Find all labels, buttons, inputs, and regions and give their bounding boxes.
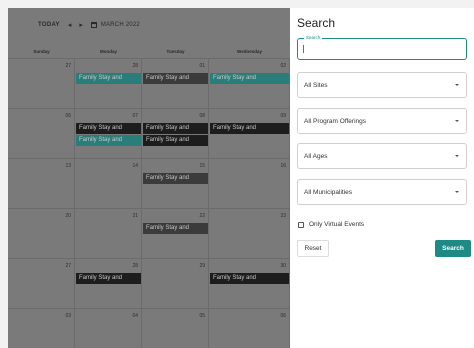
day-number: 27: [65, 63, 71, 69]
day-number: 01: [199, 63, 205, 69]
month-label[interactable]: MARCH 2022: [101, 22, 140, 28]
search-field-label: Search: [304, 35, 323, 40]
ages-select-label: All Ages: [304, 153, 328, 160]
chevron-down-icon: [455, 120, 459, 122]
day-number: 08: [199, 113, 205, 119]
day-number: 20: [65, 213, 71, 219]
day-number: 07: [132, 113, 138, 119]
calendar-event[interactable]: Family Stay and: [143, 173, 208, 184]
chevron-down-icon: [455, 191, 459, 193]
day-number: 29: [199, 263, 205, 269]
calendar-icon[interactable]: [90, 22, 97, 28]
day-number: 03: [65, 313, 71, 319]
day-cell[interactable]: 20: [8, 209, 75, 258]
day-cell[interactable]: 14: [75, 159, 142, 208]
calendar: TODAY ◂ ▸ MARCH 2022 Sunday Monday Tuesday…: [8, 8, 290, 348]
day-number: 28: [132, 263, 138, 269]
day-cell[interactable]: 23: [209, 209, 290, 258]
prev-month-button[interactable]: ◂: [68, 21, 72, 29]
day-cell[interactable]: 27: [8, 259, 75, 308]
day-of-week-label: Sunday: [33, 48, 50, 54]
day-number: 06: [280, 313, 286, 319]
reset-button[interactable]: Reset: [297, 240, 329, 257]
virtual-events-option: Only Virtual Events: [298, 221, 364, 228]
calendar-toolbar: TODAY ◂ ▸ MARCH 2022: [8, 8, 290, 42]
week-row: 20 21 22 23 Family Stay and: [8, 209, 290, 259]
day-number: 30: [280, 263, 286, 269]
calendar-event[interactable]: Family Stay and: [210, 123, 289, 134]
calendar-event[interactable]: Family Stay and: [76, 73, 141, 84]
week-row: 27 28 29 30 Family Stay and Family Stay and: [8, 259, 290, 309]
search-panel: Search Search All Sites All Program Offe…: [290, 8, 474, 348]
day-number: 06: [65, 113, 71, 119]
week-row: 27 28 01 02 Family Stay and Family Stay and Fa…: [8, 59, 290, 109]
day-cell[interactable]: 27: [8, 59, 75, 108]
day-cell[interactable]: 03: [8, 309, 75, 348]
calendar-event[interactable]: Family Stay and: [210, 73, 289, 84]
day-cell[interactable]: 06: [8, 109, 75, 158]
day-number: 16: [280, 163, 286, 169]
calendar-event[interactable]: Family Stay and: [76, 273, 141, 284]
chevron-down-icon: [455, 155, 459, 157]
week-row: 13 14 15 16 Family Stay and: [8, 159, 290, 209]
day-of-week-label: Wednesday: [237, 48, 262, 54]
day-number: 23: [280, 213, 286, 219]
day-number: 21: [132, 213, 138, 219]
day-cell[interactable]: 29: [142, 259, 209, 308]
day-number: 15: [199, 163, 205, 169]
calendar-event[interactable]: Family Stay and: [143, 123, 208, 134]
day-cell[interactable]: 05: [142, 309, 209, 348]
calendar-event[interactable]: Family Stay and: [143, 73, 208, 84]
virtual-events-checkbox[interactable]: [298, 221, 304, 228]
search-input[interactable]: Search: [297, 35, 467, 60]
day-cell[interactable]: 16: [209, 159, 290, 208]
day-of-week-label: Monday: [99, 48, 117, 54]
day-cell[interactable]: 13: [8, 159, 75, 208]
calendar-event[interactable]: Family Stay and: [143, 135, 208, 146]
day-number: 05: [199, 313, 205, 319]
day-number: 09: [280, 113, 286, 119]
municipalities-select-label: All Municipalities: [304, 189, 353, 196]
day-of-week-header: Sunday Monday Tuesday Wednesday: [8, 44, 290, 59]
calendar-grid: Sunday Monday Tuesday Wednesday 27 28 01 02 Fam…: [8, 44, 290, 348]
day-number: 14: [132, 163, 138, 169]
calendar-event[interactable]: Family Stay and: [143, 223, 208, 234]
week-row: 03 04 05 06: [8, 309, 290, 348]
sites-select[interactable]: All Sites: [297, 72, 467, 98]
day-cell[interactable]: 06: [209, 309, 290, 348]
today-button[interactable]: TODAY: [38, 22, 60, 28]
day-number: 13: [65, 163, 71, 169]
search-button[interactable]: Search: [435, 240, 471, 257]
ages-select[interactable]: All Ages: [297, 143, 467, 169]
day-number: 27: [65, 263, 71, 269]
day-of-week-label: Tuesday: [166, 48, 185, 54]
day-cell[interactable]: 21: [75, 209, 142, 258]
sites-select-label: All Sites: [304, 82, 328, 89]
day-cell[interactable]: 04: [75, 309, 142, 348]
day-number: 02: [280, 63, 286, 69]
text-caret: [303, 45, 304, 53]
next-month-button[interactable]: ▸: [79, 21, 83, 29]
chevron-down-icon: [455, 84, 459, 86]
program-offerings-select[interactable]: All Program Offerings: [297, 108, 467, 134]
day-number: 28: [132, 63, 138, 69]
calendar-event[interactable]: Family Stay and: [76, 123, 141, 134]
program-offerings-select-label: All Program Offerings: [304, 118, 367, 125]
municipalities-select[interactable]: All Municipalities: [297, 179, 467, 205]
weeks: 27 28 01 02 Family Stay and Family Stay and Fa…: [8, 59, 290, 348]
day-number: 04: [132, 313, 138, 319]
virtual-events-label[interactable]: Only Virtual Events: [309, 221, 364, 228]
calendar-event[interactable]: Family Stay and: [210, 273, 289, 284]
panel-title: Search: [297, 16, 336, 30]
week-row: 06 07 08 09 Family Stay and Family Stay and Fa…: [8, 109, 290, 159]
day-number: 22: [199, 213, 205, 219]
calendar-event[interactable]: Family Stay and: [76, 135, 141, 146]
